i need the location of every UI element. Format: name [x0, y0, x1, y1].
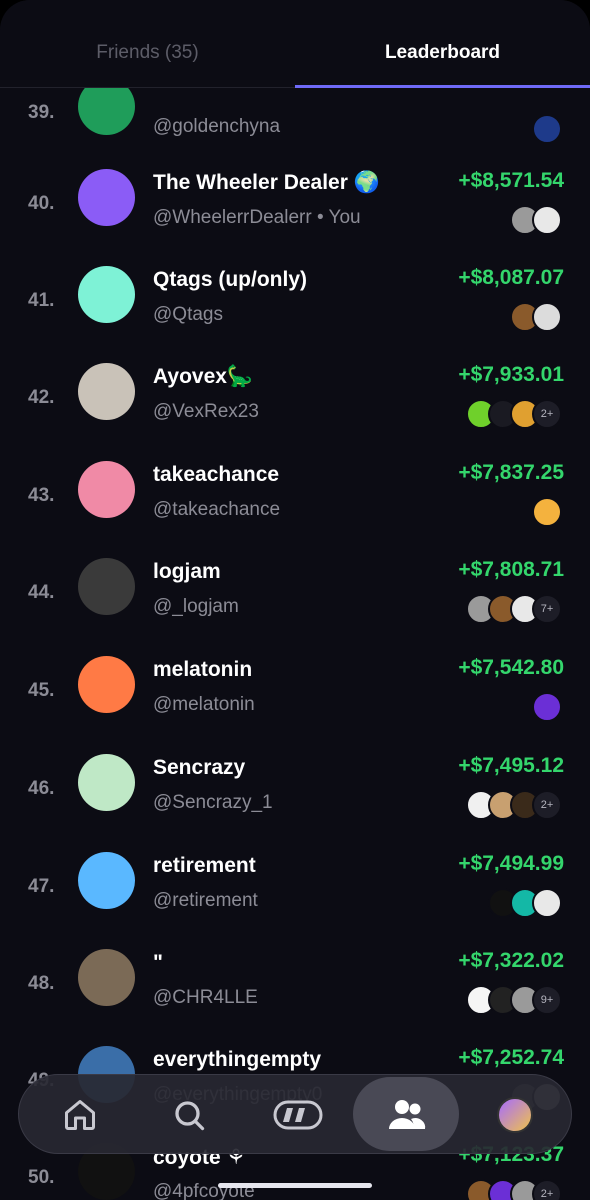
more-holdings-badge: 2+: [532, 1179, 562, 1200]
holdings-chips[interactable]: [488, 888, 562, 918]
profit-amount: +$7,933.01: [458, 363, 564, 386]
display-name: Qtags (up/only): [153, 268, 307, 291]
coins-icon[interactable]: [268, 1085, 328, 1145]
home-icon[interactable]: [50, 1085, 110, 1145]
holding-token-icon: [532, 114, 562, 144]
leaderboard-row[interactable]: 42. Ayovex🦕 @VexRex23 +$7,933.01 2+: [0, 351, 590, 449]
profit-amount: +$7,837.25: [458, 461, 564, 484]
home-indicator: [218, 1183, 372, 1188]
profit-amount: +$8,087.07: [458, 266, 564, 289]
rank-number: 40.: [28, 193, 55, 214]
display-name: takeachance: [153, 463, 280, 486]
holding-token-icon: [532, 497, 562, 527]
more-holdings-badge: 2+: [532, 790, 562, 820]
profit-amount: +$7,542.80: [458, 656, 564, 679]
holdings-chips[interactable]: 9+: [466, 985, 562, 1015]
display-name: logjam: [153, 560, 221, 583]
username-handle: @VexRex23: [153, 401, 259, 422]
holdings-chips[interactable]: 2+: [466, 1179, 562, 1200]
rank-number: 43.: [28, 485, 55, 506]
avatar[interactable]: [78, 754, 135, 811]
leaderboard-row[interactable]: 48. " @CHR4LLE +$7,322.02 9+: [0, 937, 590, 1035]
rank-number: 41.: [28, 290, 55, 311]
avatar[interactable]: [78, 949, 135, 1006]
leaderboard-list[interactable]: 39. @goldenchyna 40. The Wheeler Dealer 🌍 @W…: [0, 0, 590, 1200]
avatar[interactable]: [78, 363, 135, 420]
username-handle: @Sencrazy_1: [153, 792, 273, 813]
profile-avatar[interactable]: [485, 1085, 545, 1145]
holdings-chips[interactable]: 2+: [466, 790, 562, 820]
tab-bar: Friends (35) Leaderboard: [0, 0, 590, 88]
rank-number: 50.: [28, 1167, 55, 1188]
leaderboard-row[interactable]: 46. Sencrazy @Sencrazy_1 +$7,495.12 2+: [0, 742, 590, 840]
username-handle: @CHR4LLE: [153, 987, 258, 1008]
username-handle: @retirement: [153, 890, 258, 911]
username-handle: @_logjam: [153, 596, 239, 617]
rank-number: 47.: [28, 876, 55, 897]
rank-number: 39.: [28, 102, 55, 123]
display-name: The Wheeler Dealer 🌍: [153, 171, 380, 194]
profit-amount: +$7,494.99: [458, 852, 564, 875]
holdings-chips[interactable]: 7+: [466, 594, 562, 624]
tab-leaderboard[interactable]: Leaderboard: [295, 42, 590, 64]
rank-number: 48.: [28, 973, 55, 994]
search-icon[interactable]: [159, 1085, 219, 1145]
username-handle: @goldenchyna: [153, 116, 281, 137]
username-handle: @melatonin: [153, 694, 255, 715]
display-name: everythingempty: [153, 1048, 322, 1071]
holdings-chips[interactable]: [532, 692, 562, 722]
active-tab-indicator: [295, 85, 590, 88]
username-handle: @takeachance: [153, 499, 281, 520]
username-handle: @WheelerrDealerr • You: [153, 207, 361, 228]
holdings-chips[interactable]: 2+: [466, 399, 562, 429]
profit-amount: +$7,808.71: [458, 558, 564, 581]
leaderboard-row[interactable]: 47. retirement @retirement +$7,494.99: [0, 840, 590, 938]
display-name: Ayovex🦕: [153, 365, 254, 388]
username-handle: @Qtags: [153, 304, 223, 325]
profit-amount: +$7,495.12: [458, 754, 564, 777]
avatar[interactable]: [78, 461, 135, 518]
display-name: Sencrazy: [153, 756, 246, 779]
tab-friends[interactable]: Friends (35): [0, 42, 295, 64]
rank-number: 42.: [28, 387, 55, 408]
avatar[interactable]: [78, 656, 135, 713]
rank-number: 45.: [28, 680, 55, 701]
holding-token-icon: [532, 302, 562, 332]
friends-icon[interactable]: [377, 1085, 437, 1145]
holding-token-icon: [532, 888, 562, 918]
display-name: melatonin: [153, 658, 253, 681]
leaderboard-row[interactable]: 44. logjam @_logjam +$7,808.71 7+: [0, 546, 590, 644]
more-holdings-badge: 2+: [532, 399, 562, 429]
more-holdings-badge: 7+: [532, 594, 562, 624]
avatar[interactable]: [78, 169, 135, 226]
rank-number: 44.: [28, 582, 55, 603]
bottom-nav: [18, 1074, 572, 1154]
holding-token-icon: [532, 692, 562, 722]
avatar[interactable]: [78, 266, 135, 323]
holdings-chips[interactable]: [510, 205, 562, 235]
avatar[interactable]: [78, 558, 135, 615]
profit-amount: +$7,322.02: [458, 949, 564, 972]
leaderboard-screen: 39. @goldenchyna 40. The Wheeler Dealer 🌍 @W…: [0, 0, 590, 1200]
avatar[interactable]: [78, 852, 135, 909]
holdings-chips[interactable]: [532, 114, 562, 144]
holdings-chips[interactable]: [510, 302, 562, 332]
rank-number: 46.: [28, 778, 55, 799]
holding-token-icon: [532, 205, 562, 235]
leaderboard-row[interactable]: 45. melatonin @melatonin +$7,542.80: [0, 644, 590, 742]
display-name: ": [153, 951, 163, 974]
leaderboard-row[interactable]: 40. The Wheeler Dealer 🌍 @WheelerrDealerr …: [0, 157, 590, 255]
leaderboard-row[interactable]: 41. Qtags (up/only) @Qtags +$8,087.07: [0, 254, 590, 352]
profit-amount: +$8,571.54: [458, 169, 564, 192]
more-holdings-badge: 9+: [532, 985, 562, 1015]
holdings-chips[interactable]: [532, 497, 562, 527]
profit-amount: +$7,252.74: [458, 1046, 564, 1069]
display-name: retirement: [153, 854, 256, 877]
leaderboard-row[interactable]: 43. takeachance @takeachance +$7,837.25: [0, 449, 590, 547]
